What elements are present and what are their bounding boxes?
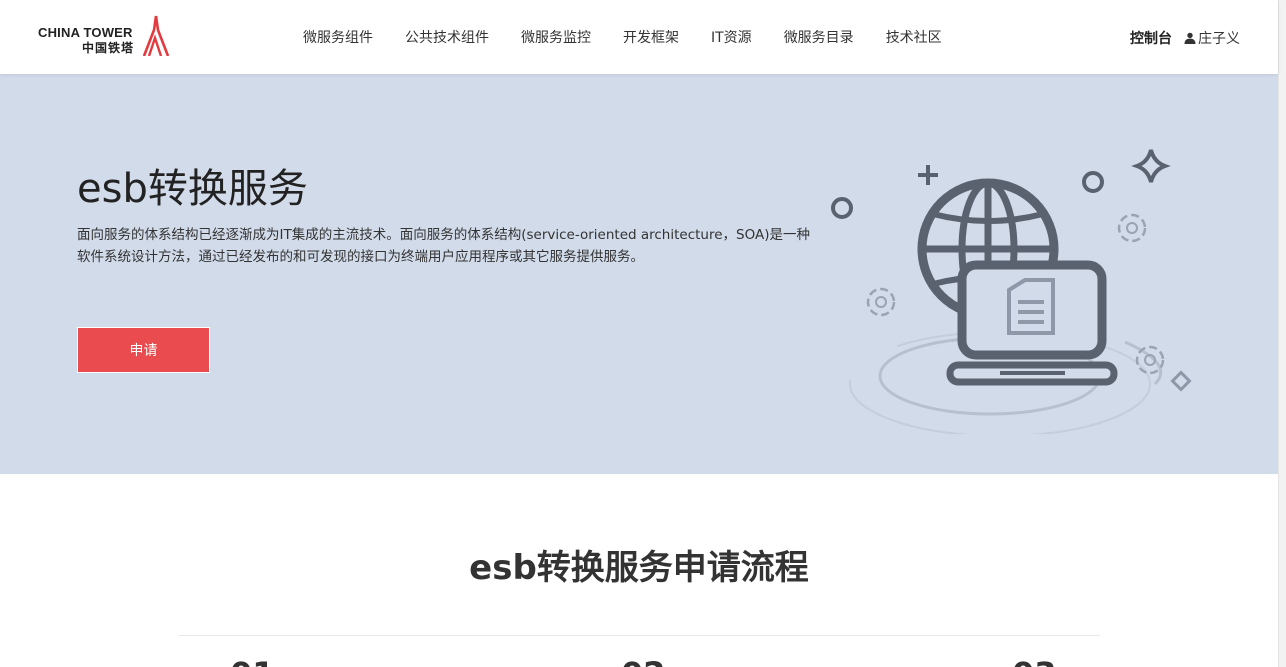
header-actions: 控制台 庄子义: [1130, 28, 1240, 48]
nav-microservice-components[interactable]: 微服务组件: [303, 27, 373, 47]
step-number: 02: [621, 655, 666, 667]
nav-common-tech-components[interactable]: 公共技术组件: [405, 27, 489, 47]
nav-dev-framework[interactable]: 开发框架: [623, 27, 679, 47]
nav-tech-community[interactable]: 技术社区: [886, 27, 942, 47]
apply-button[interactable]: 申请: [77, 327, 210, 373]
china-tower-logo[interactable]: CHINA TOWER 中国铁塔: [38, 12, 173, 58]
console-link[interactable]: 控制台: [1130, 28, 1172, 48]
hero-banner: esb转换服务 面向服务的体系结构已经逐渐成为IT集成的主流技术。面向服务的体系…: [0, 74, 1278, 474]
nav-it-resources[interactable]: IT资源: [711, 27, 752, 47]
user-icon: [1184, 32, 1196, 44]
main-nav: 微服务组件 公共技术组件 微服务监控 开发框架 IT资源 微服务目录 技术社区: [303, 27, 974, 47]
step-number: 01: [230, 655, 275, 667]
tower-mark-icon: [142, 15, 170, 56]
page: CHINA TOWER 中国铁塔 微服务组件 公共技术组件 微服务监控 开发框架…: [0, 0, 1286, 667]
page-scrollbar[interactable]: [1278, 0, 1286, 667]
globe-laptop-illustration: [831, 149, 1192, 434]
user-menu[interactable]: 庄子义: [1184, 28, 1240, 48]
service-description: 面向服务的体系结构已经逐渐成为IT集成的主流技术。面向服务的体系结构(servi…: [77, 227, 811, 265]
nav-microservice-catalog[interactable]: 微服务目录: [784, 27, 854, 47]
service-title: esb转换服务: [77, 166, 308, 212]
process-section-title: esb转换服务申请流程: [469, 548, 809, 588]
logo-chinese-text: 中国铁塔: [82, 41, 135, 55]
section-divider: [179, 635, 1100, 636]
step-number: 03: [1012, 655, 1057, 667]
user-name: 庄子义: [1198, 31, 1240, 47]
top-header: CHINA TOWER 中国铁塔 微服务组件 公共技术组件 微服务监控 开发框架…: [0, 0, 1278, 74]
logo-english-text: CHINA TOWER: [38, 25, 133, 40]
nav-microservice-monitoring[interactable]: 微服务监控: [521, 27, 591, 47]
